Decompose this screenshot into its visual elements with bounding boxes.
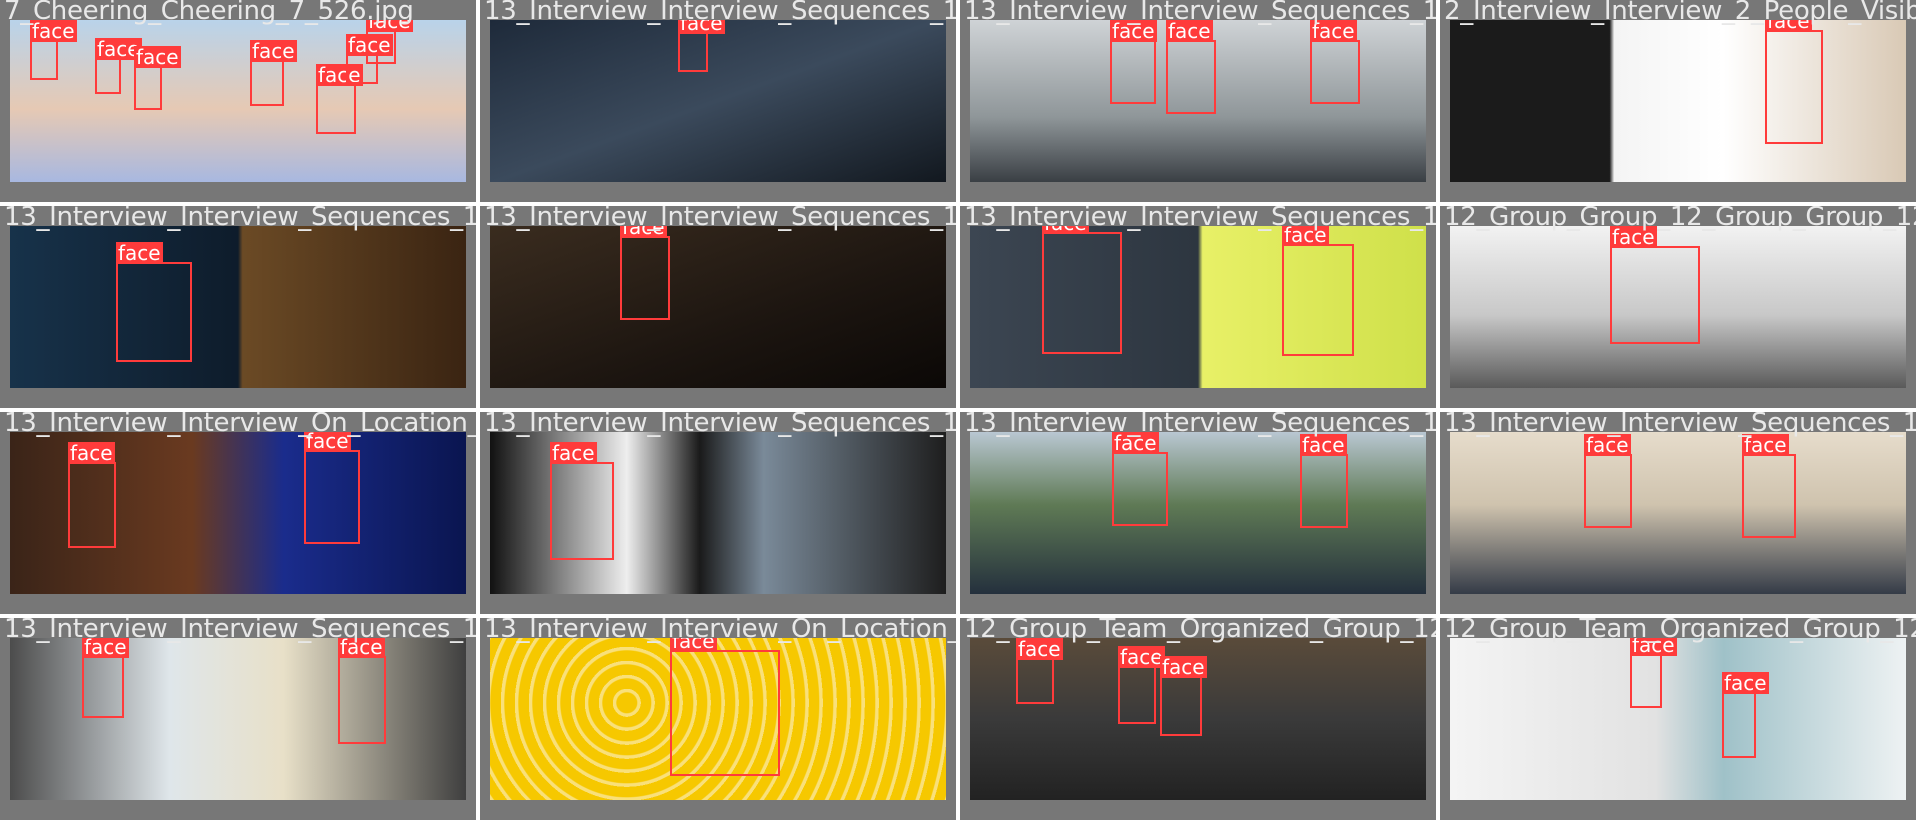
face-bounding-box: face	[304, 432, 360, 544]
face-bounding-box: face	[1722, 672, 1769, 758]
mosaic-tile: face13_Interview_Interview_Sequences_13_…	[480, 0, 956, 202]
mosaic-tile: face13_Interview_Interview_Sequences_13_…	[480, 206, 956, 408]
photo: face face face face face face face	[10, 20, 466, 182]
face-bounding-box: face	[1118, 646, 1165, 724]
detection-grid: face face face face face face face 7_Cheering_C…	[0, 0, 1920, 824]
image-filename: 12_Group_Team_Organized_Group_12	[1444, 618, 1916, 644]
image-filename: 7_Cheering_Cheering_7_526.jpg	[4, 0, 414, 26]
mosaic-tile: face face 13_Interview_Interview_On_Locati…	[0, 412, 476, 614]
image-filename: 13_Interview_Interview_Sequences_13_271	[964, 206, 1436, 232]
face-bounding-box: face	[1110, 20, 1157, 104]
face-label: face	[550, 441, 597, 465]
face-bounding-box: face	[1166, 20, 1216, 114]
face-bounding-box: face	[82, 638, 129, 718]
mosaic-tile: face face face 13_Interview_Interview_Seque…	[960, 0, 1436, 202]
face-bounding-box: face	[1112, 432, 1168, 526]
photo: face face	[10, 638, 466, 800]
mosaic-tile: face face face face face face face 7_Cheering_C…	[0, 0, 476, 202]
photo: face	[1450, 20, 1906, 182]
face-label: face	[1722, 671, 1769, 695]
face-label: face	[1160, 655, 1207, 679]
mosaic-tile: face face13_Interview_Interview_Sequences…	[0, 618, 476, 820]
face-bounding-box: face	[68, 442, 116, 548]
image-filename: 13_Interview_Interview_On_Location_13_51	[4, 412, 476, 438]
photo: face	[490, 226, 946, 388]
face-bounding-box: face	[116, 242, 192, 362]
photo: face	[490, 20, 946, 182]
face-bounding-box: face	[1042, 226, 1122, 354]
face-label: face	[1118, 645, 1165, 669]
mosaic-tile: face13_Interview_Interview_On_Location_1…	[480, 618, 956, 820]
image-filename: 12_Group_Team_Organized_Group_12_Group_T	[964, 618, 1436, 644]
face-bounding-box: face	[670, 638, 780, 776]
face-label: face	[68, 441, 115, 465]
image-filename: 13_Interview_Interview_On_Location_13_34	[484, 618, 956, 644]
photo: face face face	[970, 20, 1426, 182]
photo: face	[490, 432, 946, 594]
face-bounding-box: face	[95, 38, 142, 94]
face-bounding-box: face	[1282, 226, 1354, 356]
face-bounding-box: face	[1016, 638, 1063, 704]
face-bounding-box: face	[316, 64, 363, 134]
image-filename: 13_Interview_Interview_Sequences_13_	[1444, 412, 1916, 438]
face-bounding-box: face	[1310, 20, 1360, 104]
face-label: face	[250, 39, 297, 63]
image-filename: 13_Interview_Interview_Sequences_13_744	[484, 412, 956, 438]
photo: face face	[1450, 638, 1906, 800]
mosaic-tile: face 12_Group_Group_12_Group_Group_12	[1440, 206, 1916, 408]
mosaic-tile: face face 12_Group_Team_Organized_Group_12	[1440, 618, 1916, 820]
mosaic-tile: face face face 12_Group_Team_Organized_Grou…	[960, 618, 1436, 820]
image-filename: 2_Interview_Interview_2_People_Visible	[1444, 0, 1916, 26]
photo: face	[10, 226, 466, 388]
image-filename: 12_Group_Group_12_Group_Group_12	[1444, 206, 1916, 232]
face-bounding-box: face	[1160, 656, 1207, 736]
mosaic-tile: face 13_Interview_Interview_Sequences_13_…	[0, 206, 476, 408]
face-bounding-box: face	[620, 226, 670, 320]
image-filename: 13_Interview_Interview_Sequences_13_336	[484, 206, 956, 232]
face-bounding-box: face	[678, 20, 725, 72]
image-filename: 13_Interview_Interview_Sequences_13_118	[4, 618, 476, 644]
image-filename: 13_Interview_Interview_Sequences_13_512	[484, 0, 956, 26]
photo: face	[490, 638, 946, 800]
photo: face	[1450, 226, 1906, 388]
face-label: face	[116, 241, 163, 265]
face-bounding-box: face	[366, 20, 413, 64]
mosaic-tile: face face13_Interview_Interview_Sequences…	[960, 206, 1436, 408]
face-bounding-box: face	[30, 20, 77, 80]
mosaic-tile: face face13_Interview_Interview_Sequences…	[960, 412, 1436, 614]
face-bounding-box: face	[1300, 434, 1348, 528]
mosaic-tile: face 2_Interview_Interview_2_People_Visib…	[1440, 0, 1916, 202]
face-bounding-box: face	[1584, 434, 1632, 528]
face-bounding-box: face	[1610, 226, 1700, 344]
photo: face face	[10, 432, 466, 594]
face-bounding-box: face	[134, 46, 181, 110]
mosaic-tile: face 13_Interview_Interview_Sequences_13_…	[480, 412, 956, 614]
face-bounding-box: face	[1742, 434, 1796, 538]
photo: face face face	[970, 638, 1426, 800]
face-bounding-box: face	[1630, 638, 1677, 708]
photo: face face	[970, 226, 1426, 388]
photo: face face	[970, 432, 1426, 594]
face-bounding-box: face	[550, 442, 614, 560]
face-bounding-box: face	[250, 40, 297, 106]
face-bounding-box: face	[1765, 20, 1823, 144]
mosaic-tile: face face13_Interview_Interview_Sequences…	[1440, 412, 1916, 614]
image-filename: 13_Interview_Interview_Sequences_13_875	[4, 206, 476, 232]
face-bounding-box: face	[338, 638, 386, 744]
photo: face face	[1450, 432, 1906, 594]
image-filename: 13_Interview_Interview_Sequences_13_962	[964, 0, 1436, 26]
face-label: face	[134, 45, 181, 69]
image-filename: 13_Interview_Interview_Sequences_13_187	[964, 412, 1436, 438]
